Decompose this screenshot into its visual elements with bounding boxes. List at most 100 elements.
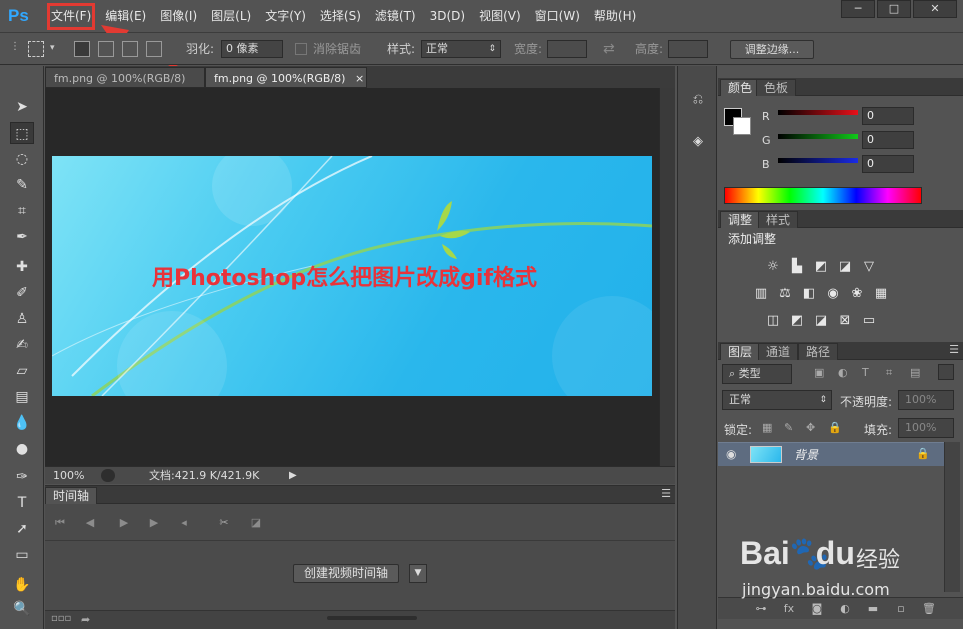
feather-input[interactable]: 0 像素 (221, 40, 283, 58)
blue-slider[interactable] (778, 158, 858, 163)
scissors-icon[interactable]: ✂ (215, 514, 233, 532)
status-icon[interactable] (101, 469, 115, 482)
move-tool-icon[interactable]: ➤ (10, 96, 34, 118)
audio-icon[interactable]: ◂ (175, 514, 193, 532)
filter-adjust-icon[interactable]: ◐ (838, 366, 848, 379)
visibility-eye-icon[interactable]: ◉ (726, 447, 736, 461)
red-slider[interactable] (778, 110, 858, 115)
invert-icon[interactable]: ◫ (764, 312, 782, 330)
lock-all-icon[interactable]: 🔒 (828, 421, 842, 434)
tab-color[interactable]: 颜色 (720, 79, 761, 96)
filter-type-icon[interactable]: T (862, 366, 869, 379)
refine-edge-button[interactable]: 调整边缘... (730, 40, 814, 59)
filter-smart-icon[interactable]: ▤ (910, 366, 920, 379)
green-slider[interactable] (778, 134, 858, 139)
marquee-preset-icon[interactable] (28, 41, 44, 57)
first-frame-icon[interactable]: ⏮ (51, 514, 69, 532)
height-input[interactable] (668, 40, 708, 58)
tab-styles[interactable]: 样式 (758, 211, 799, 228)
layer-name[interactable]: 背景 (794, 443, 818, 467)
red-value[interactable]: 0 (862, 107, 914, 125)
filter-pixel-icon[interactable]: ▣ (814, 366, 824, 379)
prev-frame-icon[interactable]: ◀ (81, 514, 99, 532)
menu-filter[interactable]: 滤镜(T) (368, 0, 423, 33)
play-icon[interactable]: ▶ (115, 514, 133, 532)
black-white-icon[interactable]: ◧ (800, 285, 818, 303)
menu-window[interactable]: 窗口(W) (528, 0, 587, 33)
document-tab-1[interactable]: fm.png @ 100%(RGB/8) (45, 67, 205, 88)
blend-mode-select[interactable]: 正常 ⇕ (722, 390, 832, 410)
lasso-tool-icon[interactable]: ◌ (10, 148, 34, 170)
gradient-tool-icon[interactable]: ▤ (10, 386, 34, 408)
eyedropper-tool-icon[interactable]: ✒ (10, 226, 34, 248)
clone-stamp-tool-icon[interactable]: ♙ (10, 308, 34, 330)
frames-icon[interactable]: ▫▫▫ (51, 613, 71, 624)
levels-icon[interactable]: ▙ (788, 258, 806, 276)
zoom-tool-icon[interactable]: 🔍 (10, 598, 34, 620)
convert-icon[interactable]: ➦ (81, 613, 90, 626)
timeline-dropdown-button[interactable]: ▼ (409, 564, 427, 583)
marquee-tool-icon[interactable]: ⬚ (10, 122, 34, 144)
layers-scrollbar[interactable] (944, 442, 960, 592)
opacity-input[interactable]: 100% (898, 390, 954, 410)
healing-brush-tool-icon[interactable]: ✚ (10, 256, 34, 278)
zoom-slider[interactable] (327, 616, 417, 620)
exposure-icon[interactable]: ◪ (836, 258, 854, 276)
color-balance-icon[interactable]: ⚖ (776, 285, 794, 303)
type-tool-icon[interactable]: T (10, 492, 34, 514)
menu-type[interactable]: 文字(Y) (258, 0, 313, 33)
next-frame-icon[interactable]: ▶ (145, 514, 163, 532)
tab-adjustments[interactable]: 调整 (720, 211, 761, 228)
antialias-checkbox[interactable] (295, 43, 307, 55)
close-tab-icon[interactable]: × (355, 72, 364, 85)
fill-input[interactable]: 100% (898, 418, 954, 438)
history-brush-tool-icon[interactable]: ✍ (10, 334, 34, 356)
3d-panel-icon[interactable]: ◈ (686, 130, 710, 154)
curves-icon[interactable]: ◩ (812, 258, 830, 276)
style-select[interactable]: 正常 ⇕ (421, 40, 501, 58)
color-spectrum[interactable] (724, 187, 922, 204)
swap-icon[interactable]: ⇄ (603, 33, 615, 65)
canvas-scrollbar[interactable] (659, 88, 675, 466)
layers-menu-icon[interactable]: ☰ (949, 343, 959, 356)
tab-paths[interactable]: 路径 (798, 343, 839, 360)
subtract-selection-icon[interactable] (122, 41, 138, 57)
vibrance-icon[interactable]: ▽ (860, 258, 878, 276)
intersect-selection-icon[interactable] (146, 41, 162, 57)
menu-view[interactable]: 视图(V) (472, 0, 528, 33)
minimize-button[interactable]: ─ (841, 0, 875, 18)
tab-channels[interactable]: 通道 (758, 343, 799, 360)
layer-row-background[interactable]: ◉ 背景 🔒 (718, 442, 944, 466)
shape-tool-icon[interactable]: ▭ (10, 544, 34, 566)
timeline-tab[interactable]: 时间轴 (45, 487, 98, 504)
gradient-map-icon[interactable]: ▭ (860, 312, 878, 330)
path-select-tool-icon[interactable]: ➚ (10, 518, 34, 540)
blur-tool-icon[interactable]: 💧 (10, 412, 34, 434)
delete-layer-icon[interactable]: 🗑 (920, 600, 938, 618)
color-lookup-icon[interactable]: ▦ (872, 285, 890, 303)
menu-help[interactable]: 帮助(H) (587, 0, 643, 33)
hue-saturation-icon[interactable]: ▥ (752, 285, 770, 303)
brightness-icon[interactable]: ☼ (764, 258, 782, 276)
tab-swatches[interactable]: 色板 (756, 79, 797, 96)
panel-menu-icon[interactable]: ☰ (661, 487, 671, 500)
brush-tool-icon[interactable]: ✐ (10, 282, 34, 304)
menu-file[interactable]: 文件(F) (44, 0, 98, 33)
pen-tool-icon[interactable]: ✑ (10, 466, 34, 488)
posterize-icon[interactable]: ◩ (788, 312, 806, 330)
hand-tool-icon[interactable]: ✋ (10, 574, 34, 596)
selective-color-icon[interactable]: ⊠ (836, 312, 854, 330)
menu-select[interactable]: 选择(S) (313, 0, 368, 33)
lock-transparent-icon[interactable]: ▦ (762, 421, 772, 434)
threshold-icon[interactable]: ◪ (812, 312, 830, 330)
layer-filter-select[interactable]: ⌕ 类型 (722, 364, 792, 384)
zoom-level[interactable]: 100% (53, 467, 84, 484)
add-selection-icon[interactable] (98, 41, 114, 57)
transition-icon[interactable]: ◪ (247, 514, 265, 532)
new-selection-icon[interactable] (74, 41, 90, 57)
crop-tool-icon[interactable]: ⌗ (10, 200, 34, 222)
background-color-swatch[interactable] (733, 117, 751, 135)
history-panel-icon[interactable]: ⎌ (686, 88, 710, 112)
status-arrow-icon[interactable]: ▶ (289, 467, 297, 484)
photo-filter-icon[interactable]: ◉ (824, 285, 842, 303)
